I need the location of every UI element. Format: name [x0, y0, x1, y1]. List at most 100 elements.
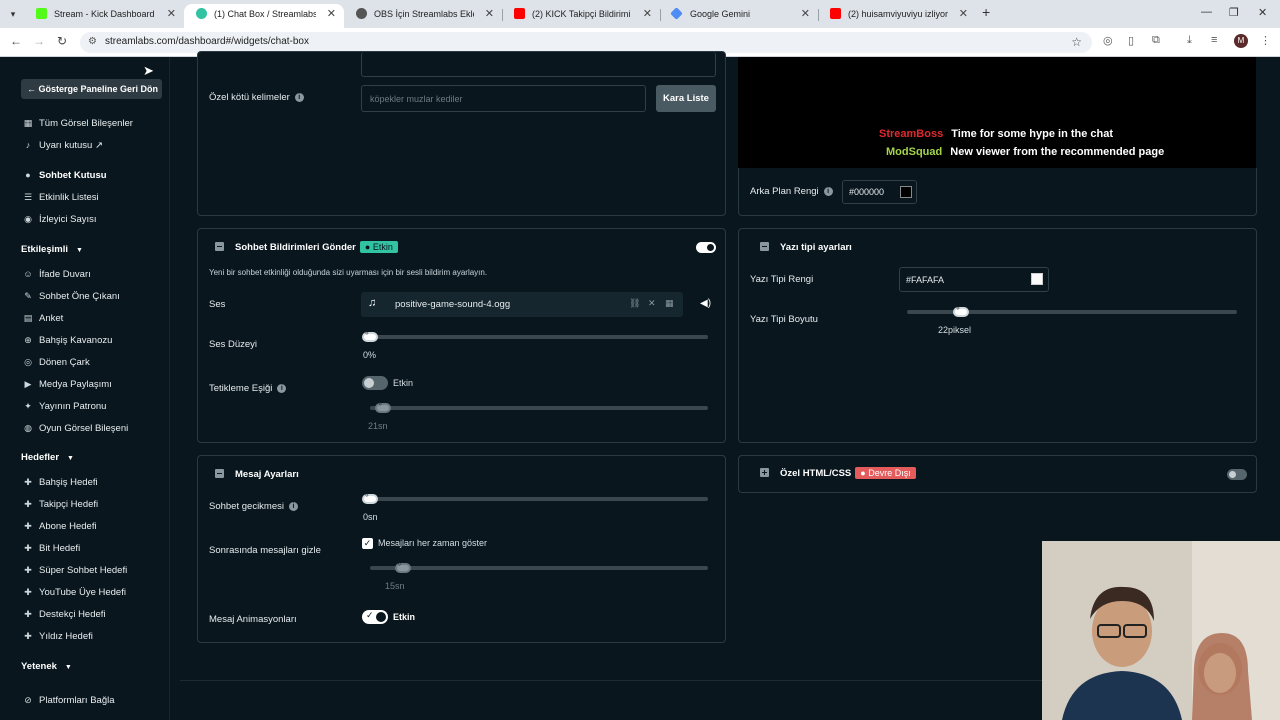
font-color-value: #FAFAFA	[906, 275, 945, 285]
hide-after-slider-handle[interactable]	[394, 561, 411, 573]
threshold-slider[interactable]	[370, 406, 708, 410]
blacklist-button[interactable]: Kara Liste	[656, 85, 716, 112]
sidebar-item-connect-platforms[interactable]: ⊘ Platformları Bağla	[22, 692, 114, 708]
sidebar-item-all-widgets[interactable]: ▦ Tüm Görsel Bileşenler	[22, 115, 133, 131]
download-icon[interactable]: ⤓	[1187, 34, 1192, 47]
tab-kick-dashboard[interactable]: Stream - Kick Dashboard ✕	[24, 4, 184, 28]
sidebar-group-goals[interactable]: Hedefler ▼	[21, 452, 74, 463]
library-icon[interactable]: ▦	[665, 298, 674, 309]
sidebar-item-label: İzleyici Sayısı	[39, 214, 97, 225]
animation-toggle[interactable]: ✓	[362, 610, 388, 624]
notifications-toggle[interactable]	[696, 242, 716, 253]
url-text[interactable]: streamlabs.com/dashboard#/widgets/chat-b…	[105, 36, 309, 47]
sound-file-field[interactable]: ♫ positive-game-sound-4.ogg ⛓ ✕ ▦	[361, 292, 683, 317]
restore-icon[interactable]: ❐	[1229, 6, 1239, 19]
volume-slider[interactable]	[363, 335, 708, 339]
sidebar-item-star-goal[interactable]: ✚ Yıldız Hedefi	[22, 628, 93, 644]
toggle-knob	[376, 612, 386, 622]
sidebar-item-game-widget[interactable]: ◍ Oyun Görsel Bileşeni	[22, 420, 128, 436]
link-icon[interactable]: ⛓	[629, 298, 640, 309]
sidebar-group-talent[interactable]: Yetenek ▼	[21, 661, 72, 672]
always-show-checkbox[interactable]: ✓	[362, 538, 373, 549]
collapse-icon[interactable]	[760, 242, 769, 251]
custom-html-toggle[interactable]	[1227, 469, 1247, 480]
sidebar-item-poll[interactable]: ▤ Anket	[22, 310, 64, 326]
collapse-icon[interactable]	[215, 242, 224, 251]
sidebar-item-tip-jar[interactable]: ⊕ Bahşiş Kavanozu	[22, 332, 112, 348]
remove-icon[interactable]: ✕	[648, 298, 656, 309]
threshold-toggle[interactable]	[362, 376, 388, 390]
sidebar-item-supporter-goal[interactable]: ✚ Destekçi Hedefi	[22, 606, 105, 622]
globe-favicon-icon	[356, 8, 367, 19]
bookmark-star-icon[interactable]: ☆	[1071, 35, 1082, 49]
sidebar-item-emote-wall[interactable]: ☺ İfade Duvarı	[22, 266, 90, 282]
extension-icon[interactable]: ◎	[1103, 34, 1113, 47]
back-icon[interactable]: ←	[10, 34, 22, 48]
sidebar-item-label: Tüm Görsel Bileşenler	[39, 118, 133, 129]
speaker-icon[interactable]: ◀)	[700, 298, 711, 309]
close-icon[interactable]: ✕	[643, 4, 652, 24]
tab-kick-follower[interactable]: (2) KICK Takipçi Bildirimi ve Ekra ✕	[502, 4, 660, 28]
font-color-swatch[interactable]	[1031, 273, 1043, 285]
external-link-icon[interactable]: ↗	[95, 140, 103, 151]
more-menu-icon[interactable]: ⋮	[1260, 34, 1271, 47]
sidebar-item-youtube-member-goal[interactable]: ✚ YouTube Üye Hedefi	[22, 584, 126, 600]
close-icon[interactable]: ✕	[167, 4, 176, 24]
profile-avatar[interactable]: M	[1234, 34, 1248, 48]
clipboard-icon[interactable]: ▯	[1128, 34, 1134, 47]
threshold-slider-handle[interactable]	[375, 401, 392, 413]
sidebar-item-alert-box[interactable]: ♪ Uyarı kutusu ↗	[22, 137, 103, 153]
sidebar-item-follower-goal[interactable]: ✚ Takipçi Hedefi	[22, 496, 98, 512]
tab-search-icon[interactable]: ▾	[6, 7, 20, 21]
sidebar-item-media-share[interactable]: ▶ Medya Paylaşımı	[22, 376, 112, 392]
close-icon[interactable]: ✕	[327, 4, 336, 24]
site-info-icon[interactable]: ⚙	[88, 36, 97, 47]
card-font-settings: Yazı tipi ayarları Yazı Tipi Rengi #FAFA…	[738, 228, 1257, 443]
sidebar-item-chat-box[interactable]: ● Sohbet Kutusu	[22, 167, 106, 183]
sidebar-item-sub-goal[interactable]: ✚ Abone Hedefi	[22, 518, 96, 534]
sidebar-item-viewer-count[interactable]: ◉ İzleyici Sayısı	[22, 211, 97, 227]
sidebar-item-bit-goal[interactable]: ✚ Bit Hedefi	[22, 540, 80, 556]
sidebar-item-tip-goal[interactable]: ✚ Bahşiş Hedefi	[22, 474, 97, 490]
media-control-icon[interactable]: ≡	[1211, 34, 1217, 46]
sidebar-item-label: YouTube Üye Hedefi	[39, 587, 126, 598]
info-icon[interactable]: i	[823, 187, 833, 196]
expand-icon[interactable]	[760, 468, 769, 477]
puzzle-icon[interactable]: ⧉	[1152, 34, 1160, 47]
close-icon[interactable]: ✕	[485, 4, 494, 24]
sidebar-item-superchat-goal[interactable]: ✚ Süper Sohbet Hedefi	[22, 562, 127, 578]
chat-delay-slider-handle[interactable]	[362, 492, 378, 504]
volume-slider-handle[interactable]	[362, 330, 378, 342]
bg-color-swatch[interactable]	[900, 186, 912, 198]
sidebar-item-chat-highlight[interactable]: ✎ Sohbet Öne Çıkanı	[22, 288, 120, 304]
collapse-icon[interactable]	[215, 469, 224, 478]
textarea-field[interactable]	[361, 52, 716, 77]
info-icon[interactable]: i	[277, 384, 287, 393]
tab-youtube-watching[interactable]: (2) huisamviyuviyu izliyor - YouT ✕	[818, 4, 976, 28]
hide-after-slider[interactable]	[370, 566, 708, 570]
chat-delay-slider[interactable]	[363, 497, 708, 501]
info-icon[interactable]: i	[288, 502, 298, 511]
tab-google-gemini[interactable]: Google Gemini ✕	[660, 4, 818, 28]
new-tab-icon[interactable]: +	[982, 4, 990, 20]
poll-icon: ▤	[23, 313, 33, 323]
minimize-icon[interactable]: —	[1201, 6, 1212, 18]
font-color-input[interactable]: #FAFAFA	[899, 267, 1049, 292]
back-to-dashboard-button[interactable]: ← Gösterge Paneline Geri Dön	[21, 79, 162, 99]
window-close-icon[interactable]: ✕	[1258, 6, 1267, 19]
bg-color-input[interactable]: #000000	[842, 180, 917, 204]
tab-chat-box[interactable]: (1) Chat Box / Streamlabs ✕	[184, 4, 344, 28]
tab-obs-streamlabs[interactable]: OBS İçin Streamlabs Eklentisi | S ✕	[344, 4, 502, 28]
sidebar-item-spin-wheel[interactable]: ◎ Dönen Çark	[22, 354, 90, 370]
forward-icon[interactable]: →	[33, 34, 45, 48]
badwords-input[interactable]: köpekler muzlar kediler	[361, 85, 646, 112]
reload-icon[interactable]: ↻	[57, 34, 67, 48]
close-icon[interactable]: ✕	[801, 4, 810, 24]
sidebar-group-interactive[interactable]: Etkileşimli ▼	[21, 244, 83, 255]
font-size-slider-handle[interactable]	[953, 305, 970, 317]
info-icon[interactable]: i	[294, 93, 304, 102]
address-bar[interactable]: ⚙ streamlabs.com/dashboard#/widgets/chat…	[80, 32, 1092, 53]
sidebar-item-event-list[interactable]: ☰ Etkinlik Listesi	[22, 189, 99, 205]
close-icon[interactable]: ✕	[959, 4, 968, 24]
sidebar-item-stream-boss[interactable]: ✦ Yayının Patronu	[22, 398, 106, 414]
